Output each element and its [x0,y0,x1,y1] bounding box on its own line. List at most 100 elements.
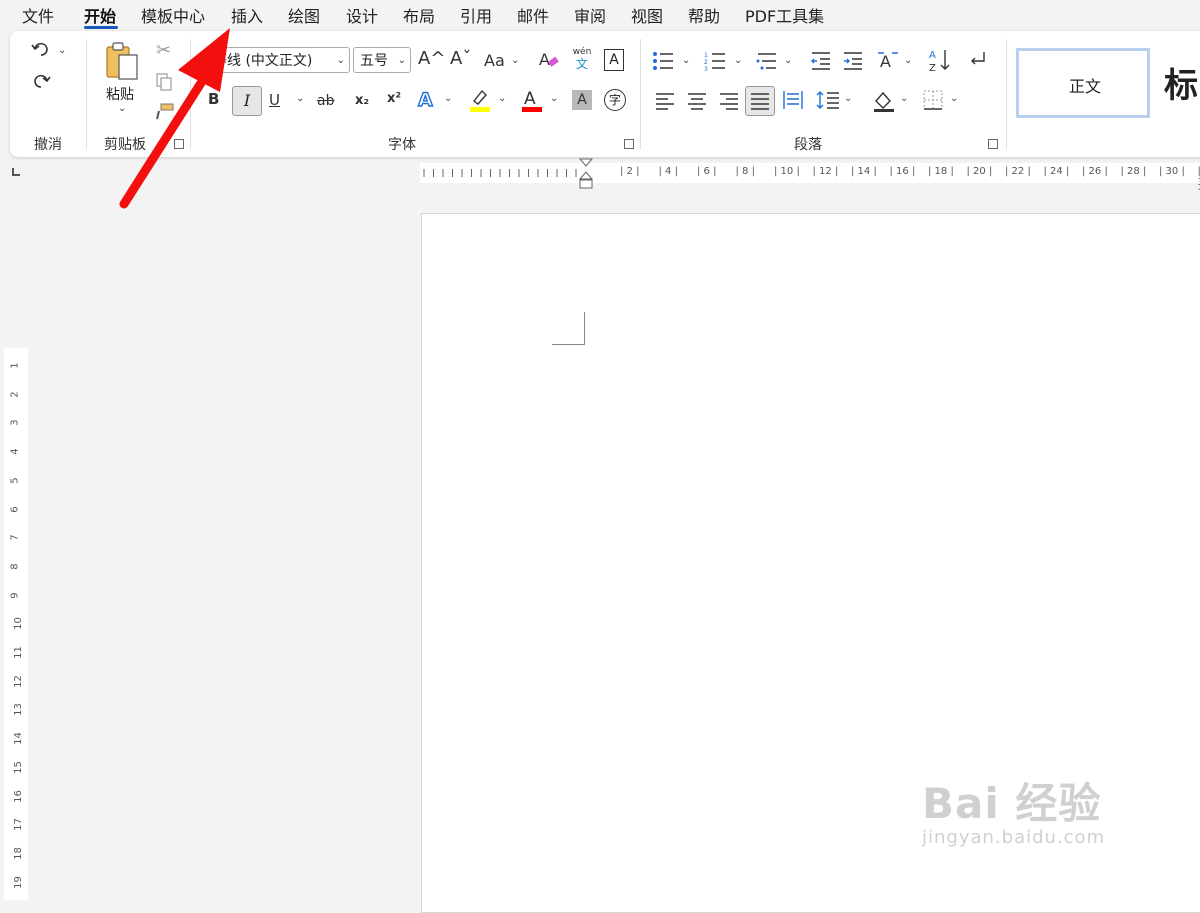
decrease-indent-icon[interactable] [810,51,832,71]
tab-draw[interactable]: 绘图 [288,3,320,27]
svg-text:A: A [539,50,550,69]
text-effects-icon[interactable]: A [416,87,440,111]
tab-insert[interactable]: 插入 [231,3,263,27]
paragraph-launcher-icon[interactable] [988,139,998,149]
highlight-dropdown-icon[interactable]: ⌄ [498,93,506,104]
undo-group-label: 撤消 [34,134,62,154]
underline-dropdown-icon[interactable]: ⌄ [296,93,304,104]
ruler-number: | 8 | [736,166,755,177]
ruler-number: | 2 | [620,166,639,177]
font-size-select[interactable]: 五号 ⌄ [353,47,411,73]
show-formatting-marks-icon[interactable] [966,49,988,71]
multilevel-dropdown-icon[interactable]: ⌄ [784,55,792,66]
group-divider [640,39,641,149]
font-name-value: 等线 (中文正文) [213,53,312,69]
subscript-icon[interactable]: x₂ [355,91,369,111]
tab-references[interactable]: 引用 [460,3,492,27]
style-normal[interactable]: 正文 [1016,48,1150,118]
numbering-dropdown-icon[interactable]: ⌄ [734,55,742,66]
strikethrough-icon[interactable]: ab [317,91,334,111]
ruler-number: | 22 | [1005,166,1031,177]
phonetic-guide-icon[interactable]: wén 文 [571,47,593,72]
ruler-number: 4 [10,448,21,454]
clear-formatting-icon[interactable]: A [538,49,560,71]
style-heading[interactable]: 标 [1156,48,1200,118]
borders-dropdown-icon[interactable]: ⌄ [950,93,958,104]
font-launcher-icon[interactable] [624,139,634,149]
tab-file[interactable]: 文件 [22,3,54,27]
ruler-number: 1 [10,362,21,368]
highlight-icon[interactable] [468,87,492,113]
format-painter-icon[interactable] [155,103,175,121]
distributed-icon[interactable] [782,89,804,111]
copy-icon[interactable] [155,73,173,91]
increase-indent-icon[interactable] [842,51,864,71]
undo-dropdown-icon[interactable]: ⌄ [58,45,66,56]
character-shading-icon[interactable]: A [572,90,592,110]
italic-button[interactable]: I [232,86,262,116]
line-spacing-icon[interactable] [816,89,840,111]
tab-view[interactable]: 视图 [631,3,663,27]
paste-dropdown-icon[interactable]: ⌄ [118,103,126,114]
ruler-number: 12 [13,675,24,688]
ruler-number: 7 [10,535,21,541]
font-color-icon[interactable]: A [520,87,544,113]
group-divider [190,39,191,149]
horizontal-ruler[interactable]: | 2 || 4 || 6 || 8 || 10 || 12 || 14 || … [420,163,1200,183]
clipboard-launcher-icon[interactable] [174,139,184,149]
bold-icon[interactable]: B [208,89,219,109]
ruler-number: 19 [13,876,24,889]
tab-mailings[interactable]: 邮件 [517,3,549,27]
chinese-layout-icon[interactable]: A [876,49,900,71]
align-center-icon[interactable] [686,91,708,111]
tab-selector-icon[interactable] [12,168,20,176]
grow-font-icon[interactable]: A^ [418,49,445,69]
ruler-number: | 12 | [813,166,839,177]
indent-marker-icon[interactable] [578,157,594,191]
shading-icon[interactable] [872,89,896,113]
line-spacing-dropdown-icon[interactable]: ⌄ [844,93,852,104]
justify-button[interactable] [745,86,775,116]
borders-icon[interactable] [922,89,944,111]
align-left-icon[interactable] [654,91,676,111]
multilevel-list-icon[interactable] [756,51,778,71]
change-case-dropdown-icon[interactable]: ⌄ [511,55,519,66]
ruler-number: 3 [10,420,21,426]
change-case-icon[interactable]: Aa [484,51,505,71]
tab-help[interactable]: 帮助 [688,3,720,27]
tab-design[interactable]: 设计 [346,3,378,27]
bullets-icon[interactable] [652,51,674,71]
tab-review[interactable]: 审阅 [574,3,606,27]
ruler-margin-area [4,224,28,344]
ruler-number: | 24 | [1044,166,1070,177]
superscript-icon[interactable]: x² [387,89,401,109]
font-color-dropdown-icon[interactable]: ⌄ [550,93,558,104]
paste-button-label[interactable]: 粘贴 [106,84,134,104]
align-right-icon[interactable] [718,91,740,111]
character-border-icon[interactable]: A [604,49,624,71]
tab-pdf-tools[interactable]: PDF工具集 [745,3,824,27]
svg-text:A: A [880,52,891,71]
enclose-characters-icon[interactable]: 字 [604,89,626,111]
font-name-select[interactable]: 等线 (中文正文) ⌄ [206,47,350,73]
ruler-number: | 16 | [890,166,916,177]
undo-icon[interactable] [30,39,52,59]
chevron-down-icon: ⌄ [398,48,406,73]
tab-home[interactable]: 开始 [84,3,116,27]
redo-icon[interactable] [30,71,52,91]
numbering-icon[interactable]: 123 [704,51,726,71]
underline-icon[interactable]: U [269,90,280,110]
chinese-layout-dropdown-icon[interactable]: ⌄ [904,55,912,66]
sort-icon[interactable]: A Z [928,47,952,73]
text-effects-dropdown-icon[interactable]: ⌄ [444,93,452,104]
paste-icon[interactable] [104,41,140,81]
shading-dropdown-icon[interactable]: ⌄ [900,93,908,104]
vertical-ruler[interactable]: 12345678910111213141516171819 [4,224,28,900]
ruler-number: | 4 | [659,166,678,177]
tab-template-center[interactable]: 模板中心 [141,3,205,27]
bullets-dropdown-icon[interactable]: ⌄ [682,55,690,66]
tab-layout[interactable]: 布局 [403,3,435,27]
shrink-font-icon[interactable]: Aˇ [450,49,471,69]
ruler-number: 10 [13,617,24,630]
cut-icon[interactable]: ✂ [156,41,171,61]
